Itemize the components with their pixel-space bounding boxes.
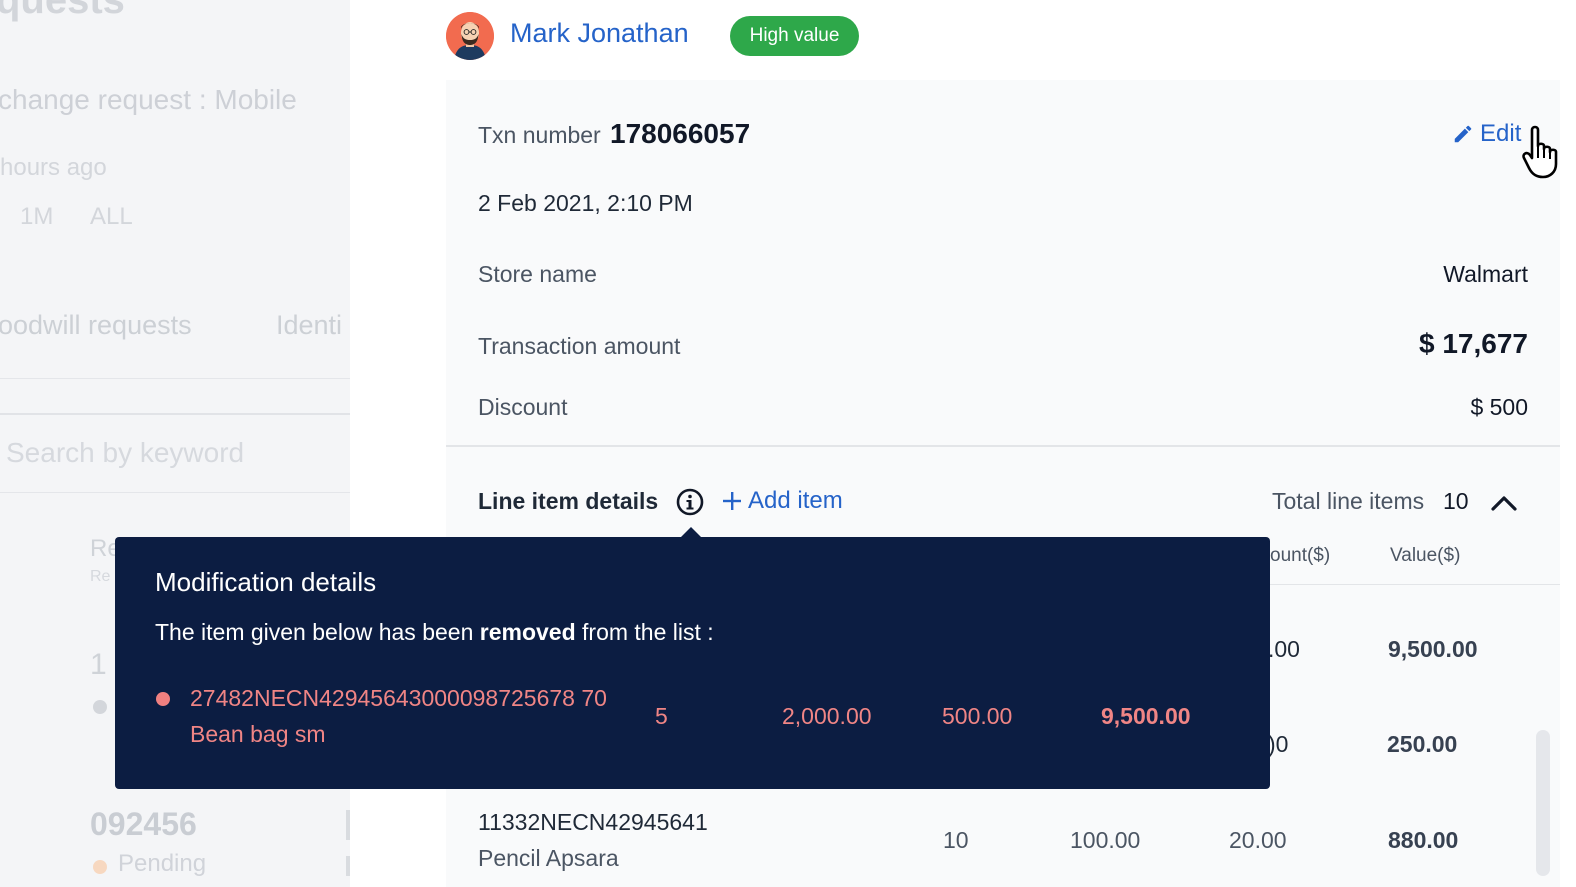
table-cell-discount: 20.00 [1229,827,1287,853]
chevron-up-icon[interactable] [1490,490,1518,514]
removed-item-price: 2,000.00 [782,703,872,729]
request-id: 1 [90,648,107,681]
divider [0,378,350,379]
status-badge: Pending [118,850,207,877]
transaction-date: 2 Feb 2021, 2:10 PM [478,190,693,216]
edit-button[interactable]: Edit [1452,120,1521,148]
status-dot [93,700,107,714]
table-cell-item-code: 11332NECN42945641 [478,809,708,835]
add-item-button[interactable]: Add item [722,487,843,515]
customer-name[interactable]: Mark Jonathan [510,18,689,49]
removed-item-value: 9,500.00 [1101,703,1191,729]
table-cell-value: 9,500.00 [1388,636,1478,662]
add-item-label: Add item [748,487,843,514]
divider [346,810,350,840]
removed-item-name: Bean bag sm [190,721,326,747]
total-line-items-label: Total line items [1272,488,1425,514]
tab-goodwill-requests[interactable]: oodwill requests [0,310,192,341]
transaction-amount-value: $ 17,677 [1419,328,1528,359]
divider [0,413,350,415]
txn-number-value: 178066057 [610,118,751,149]
range-all[interactable]: ALL [90,203,133,231]
table-cell-value: 880.00 [1388,827,1459,853]
transaction-amount-label: Transaction amount [478,333,681,359]
background-request-title: change request : Mobile [0,84,297,115]
column-header-discount: ount($) [1270,545,1331,566]
store-name-label: Store name [478,261,597,287]
tooltip-desc-before: The item given below has been [155,619,474,645]
edit-label: Edit [1480,120,1522,147]
removed-item-code: 27482NECN42945643000098725678 70 [190,685,607,711]
column-header-value: Value($) [1390,545,1461,566]
modification-details-tooltip: Modification details The item given belo… [115,537,1270,789]
tooltip-desc-bold: removed [479,619,576,645]
divider [446,445,1560,447]
background-time: hours ago [0,154,107,181]
table-cell-qty: 10 [943,827,969,853]
divider [0,492,350,493]
hand-cursor-icon [1522,125,1558,179]
table-cell-price: 100.00 [1070,827,1141,853]
tab-identity[interactable]: Identi [276,310,342,341]
table-cell-discount: )0 [1268,731,1289,757]
discount-value: $ 500 [1470,394,1528,420]
info-icon[interactable] [676,488,704,516]
table-cell-discount: .00 [1268,636,1300,662]
total-line-items-count: 10 [1443,488,1469,514]
tooltip-desc-after: from the list : [582,619,714,645]
status-dot [93,860,107,874]
search-input[interactable]: Search by keyword [6,437,244,469]
background-page-title: quests [0,0,125,22]
tooltip-title: Modification details [155,567,377,597]
column-subheading: Re [90,568,111,585]
line-item-details-title: Line item details [478,488,659,514]
store-name-value: Walmart [1443,261,1528,287]
scrollbar[interactable] [1536,730,1550,876]
range-1m[interactable]: 1M [20,203,53,231]
divider [346,856,350,876]
removed-item-qty: 5 [655,703,668,729]
status-badge: High value [730,16,859,56]
discount-label: Discount [478,394,568,420]
table-cell-value: 250.00 [1387,731,1458,757]
plus-icon [723,492,741,510]
request-id[interactable]: 092456 [90,806,197,843]
removed-item-discount: 500.00 [942,703,1013,729]
table-cell-item-name: Pencil Apsara [478,845,619,871]
tooltip-description: The item given below has been removed fr… [155,619,714,646]
removed-dot-icon [156,692,170,706]
txn-number-label: Txn number [478,122,601,148]
pencil-icon [1454,125,1472,143]
avatar-icon [446,12,494,60]
